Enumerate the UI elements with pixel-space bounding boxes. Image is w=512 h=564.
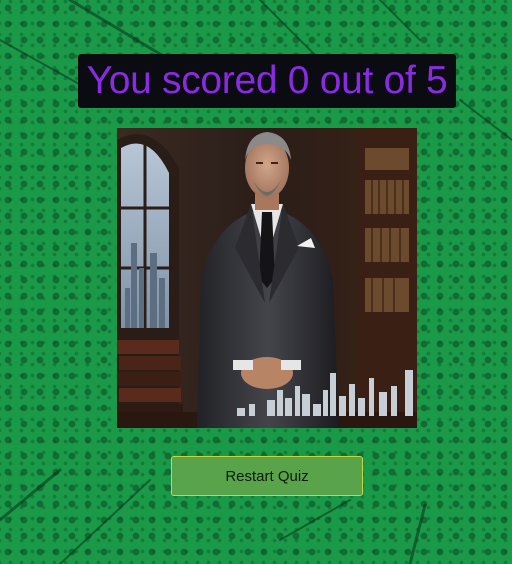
- score-heading: You scored 0 out of 5: [86, 59, 448, 102]
- score-banner: You scored 0 out of 5: [78, 54, 456, 108]
- result-image: [117, 128, 417, 428]
- businessman-portrait-image: [117, 128, 417, 428]
- restart-quiz-label: Restart Quiz: [225, 467, 309, 485]
- restart-quiz-button[interactable]: Restart Quiz: [171, 456, 363, 496]
